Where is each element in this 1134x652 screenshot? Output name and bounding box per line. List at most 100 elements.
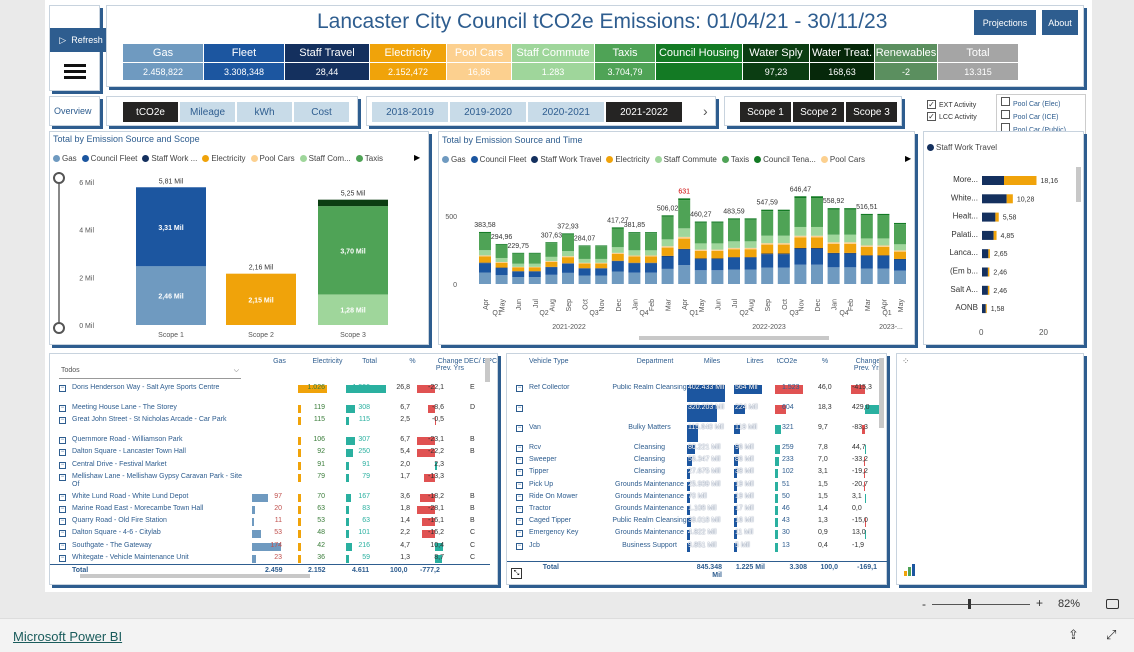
- time-bar-segment[interactable]: [562, 263, 574, 273]
- table-row[interactable]: − Dalton Square - 4-6 - Citylab 53 48 101 2,2…: [50, 529, 490, 541]
- time-bar-segment[interactable]: [894, 259, 906, 271]
- time-bar-segment[interactable]: [628, 232, 641, 234]
- horizontal-scrollbar[interactable]: [639, 336, 829, 340]
- time-bar-segment[interactable]: [827, 253, 840, 268]
- fullscreen-icon[interactable]: ⤢: [1106, 627, 1116, 643]
- expand-row-icon[interactable]: −: [516, 493, 523, 501]
- kpi-total[interactable]: Total 13.315: [938, 44, 1018, 80]
- scope-tab-2[interactable]: Scope 3: [846, 102, 897, 122]
- time-bar-segment[interactable]: [645, 232, 657, 234]
- time-bar-segment[interactable]: [844, 253, 857, 268]
- time-bar-segment[interactable]: [894, 224, 906, 245]
- time-bar-segment[interactable]: [761, 254, 774, 268]
- time-bar-segment[interactable]: [794, 235, 807, 238]
- table-row[interactable]: − Sweeper Cleansing 55.347 Mil 86 Mil 233 7,0 -…: [507, 456, 888, 468]
- time-bar-segment[interactable]: [545, 274, 558, 284]
- time-bar-segment[interactable]: [479, 231, 491, 233]
- time-bar-segment[interactable]: [728, 257, 740, 270]
- expand-row-icon[interactable]: −: [59, 542, 66, 550]
- time-bar-segment[interactable]: [661, 246, 674, 248]
- expand-icon[interactable]: ⤡: [511, 568, 522, 579]
- time-bar-segment[interactable]: [827, 242, 840, 244]
- time-bar-segment[interactable]: [611, 227, 624, 229]
- time-bar-segment[interactable]: [645, 263, 657, 273]
- fit-page-icon[interactable]: [1106, 599, 1119, 609]
- time-bar-segment[interactable]: [661, 256, 674, 269]
- table-row[interactable]: − Pick Up Grounds Maintenance 25.939 Mil 19 …: [507, 481, 888, 493]
- expand-row-icon[interactable]: −: [59, 437, 66, 445]
- time-bar-segment[interactable]: [512, 266, 525, 268]
- about-button[interactable]: About: [1042, 10, 1078, 35]
- hamburger-menu-icon[interactable]: [64, 64, 86, 80]
- time-bar-segment[interactable]: [578, 258, 591, 263]
- time-bar-segment[interactable]: [811, 226, 823, 236]
- time-bar-segment[interactable]: [728, 257, 740, 258]
- column-header[interactable]: Litres: [735, 358, 775, 365]
- column-header[interactable]: tCO2e: [772, 358, 802, 365]
- time-bar-segment[interactable]: [545, 242, 558, 244]
- time-bar-segment[interactable]: [860, 238, 873, 246]
- time-bar-segment[interactable]: [595, 246, 608, 259]
- bar-staff-travel[interactable]: [982, 194, 1007, 204]
- bar-pool-cars[interactable]: [995, 212, 999, 222]
- time-bar-segment[interactable]: [694, 259, 707, 271]
- time-bar-segment[interactable]: [512, 263, 525, 267]
- time-bar-segment[interactable]: [827, 267, 840, 284]
- time-bar-segment[interactable]: [744, 219, 757, 242]
- time-bar-segment[interactable]: [678, 228, 691, 237]
- time-bar-segment[interactable]: [711, 249, 724, 251]
- time-bar-segment[interactable]: [894, 251, 906, 259]
- expand-row-icon[interactable]: −: [59, 417, 66, 425]
- time-bar-segment[interactable]: [678, 236, 691, 239]
- table-row[interactable]: − Dalton Square - Lancaster Town Hall 92 25…: [50, 448, 490, 460]
- time-bar-segment[interactable]: [545, 256, 558, 262]
- time-bar-segment[interactable]: [562, 251, 574, 257]
- table-row[interactable]: − Ride On Mower Grounds Maintenance 70 Mil 1…: [507, 493, 888, 505]
- time-bar-segment[interactable]: [628, 256, 641, 263]
- time-bar-segment[interactable]: [811, 198, 823, 227]
- table-row[interactable]: − Emergency Key Grounds Maintenance 4.822 M…: [507, 529, 888, 541]
- table-row[interactable]: − Quernmore Road - Williamson Park 106 307 6…: [50, 436, 490, 448]
- bar-pool-cars[interactable]: [987, 285, 990, 295]
- zoom-slider-thumb[interactable]: [968, 599, 971, 609]
- time-bar-segment[interactable]: [628, 272, 641, 284]
- bar-staff-travel[interactable]: [982, 249, 989, 259]
- time-bar-segment[interactable]: [811, 248, 823, 249]
- time-bar-segment[interactable]: [645, 272, 657, 284]
- time-bar-segment[interactable]: [860, 255, 873, 269]
- time-bar-segment[interactable]: [844, 243, 857, 253]
- bar-pool-cars[interactable]: [988, 249, 990, 259]
- time-bar-segment[interactable]: [694, 250, 707, 259]
- time-bar-segment[interactable]: [860, 245, 873, 247]
- column-header[interactable]: Total: [352, 358, 387, 365]
- time-bar-segment[interactable]: [578, 263, 591, 269]
- bar-staff-travel[interactable]: [982, 304, 986, 314]
- time-bar-segment[interactable]: [811, 235, 823, 238]
- expand-row-icon[interactable]: −: [59, 554, 66, 562]
- time-bar-segment[interactable]: [661, 215, 674, 217]
- kpi-water-sply[interactable]: Water Sply 97,23: [743, 44, 809, 80]
- scrollbar[interactable]: [879, 358, 884, 428]
- time-bar-segment[interactable]: [844, 234, 857, 243]
- time-bar-segment[interactable]: [545, 261, 558, 267]
- time-bar-segment[interactable]: [761, 267, 774, 284]
- column-header[interactable]: Gas: [262, 358, 297, 365]
- time-bar-segment[interactable]: [645, 250, 657, 256]
- pool-filter-item[interactable]: Pool Car (Elec): [1001, 97, 1081, 108]
- time-bar-segment[interactable]: [661, 247, 674, 256]
- time-bar-segment[interactable]: [495, 267, 508, 276]
- time-bar-segment[interactable]: [744, 247, 757, 250]
- time-bar-segment[interactable]: [661, 239, 674, 247]
- time-bar-segment[interactable]: [645, 256, 657, 263]
- scope-tab-1[interactable]: Scope 2: [793, 102, 844, 122]
- time-bar-segment[interactable]: [744, 257, 757, 270]
- measure-tab-3[interactable]: Cost: [294, 102, 349, 122]
- time-bar-segment[interactable]: [479, 255, 491, 257]
- time-bar-segment[interactable]: [711, 270, 724, 284]
- bar-staff-travel[interactable]: [982, 285, 988, 295]
- time-bar-segment[interactable]: [528, 253, 541, 264]
- time-bar-segment[interactable]: [877, 268, 890, 284]
- time-bar-segment[interactable]: [628, 263, 641, 273]
- time-bar-segment[interactable]: [811, 196, 823, 199]
- time-bar-segment[interactable]: [495, 262, 508, 268]
